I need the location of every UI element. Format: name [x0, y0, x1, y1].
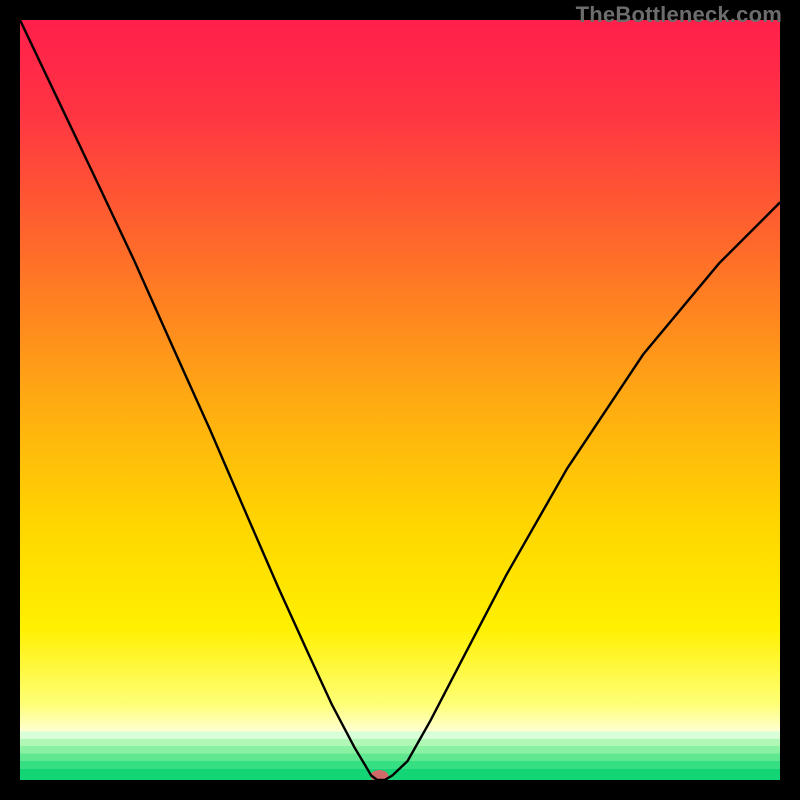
gradient-background — [20, 20, 780, 780]
chart-frame: TheBottleneck.com — [0, 0, 800, 800]
watermark: TheBottleneck.com — [576, 2, 782, 28]
bottleneck-chart — [20, 20, 780, 780]
green-band-group — [20, 731, 780, 780]
